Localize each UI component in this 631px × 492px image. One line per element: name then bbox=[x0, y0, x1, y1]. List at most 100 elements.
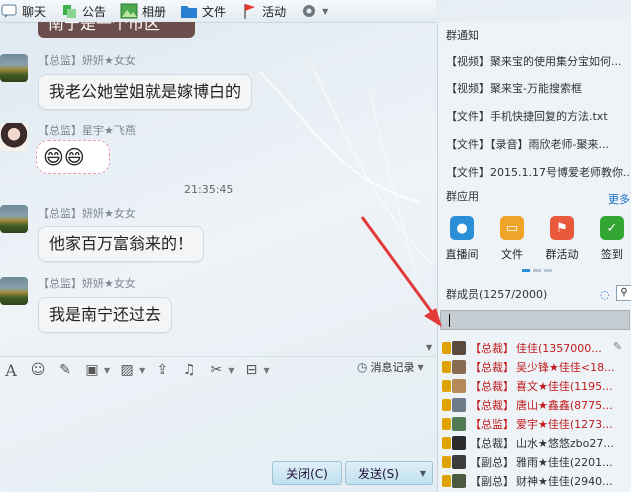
tab-activity-label: 活动 bbox=[262, 4, 287, 19]
avatar[interactable] bbox=[0, 54, 28, 82]
member-item[interactable]: 【副总】 雅雨★佳佳(2201... bbox=[442, 453, 631, 471]
emoji-message: 😄😄 bbox=[36, 140, 110, 174]
background-decoration bbox=[259, 62, 430, 293]
avatar bbox=[452, 436, 466, 450]
page-indicator bbox=[522, 269, 552, 272]
admin-icon bbox=[442, 380, 451, 392]
search-icon[interactable]: ⚲ bbox=[616, 285, 631, 301]
member-title: 【总裁】 bbox=[470, 380, 514, 393]
member-name: 佳佳(1357000... bbox=[516, 342, 602, 355]
magic-icon[interactable]: ✎ bbox=[54, 359, 76, 381]
scroll-down-arrow[interactable]: ▼ bbox=[426, 343, 432, 352]
member-title: 【总裁】 bbox=[470, 342, 514, 355]
member-name: 爱宇★佳佳(1273... bbox=[516, 418, 613, 431]
tab-announcement-label: 公告 bbox=[82, 4, 107, 19]
avatar[interactable] bbox=[0, 277, 28, 305]
member-item[interactable]: 【副总】 财神★佳佳(2940... bbox=[442, 472, 631, 490]
app-live[interactable]: ● 直播间 bbox=[442, 216, 482, 262]
emoji-icon: 😄😄 bbox=[43, 145, 85, 169]
member-item[interactable]: 【总裁】 吴少锋★佳佳<18... bbox=[442, 358, 631, 376]
message-bubble: 我老公她堂姐就是嫁博白的 bbox=[38, 74, 253, 110]
message-sender: 【总监】妍妍★女女 bbox=[38, 207, 136, 220]
message-history-label: 消息记录 bbox=[370, 361, 415, 374]
avatar[interactable] bbox=[0, 205, 28, 233]
member-item[interactable]: 【总裁】 山水★悠悠zbo27... bbox=[442, 434, 631, 452]
close-button[interactable]: 关闭(C) bbox=[272, 461, 342, 485]
member-item[interactable]: 【总裁】 佳佳(1357000... bbox=[442, 339, 631, 357]
avatar bbox=[452, 341, 466, 355]
scissors-icon[interactable]: ✂ bbox=[205, 359, 227, 381]
member-item[interactable]: 【总裁】 唐山★鑫鑫(8775... bbox=[442, 396, 631, 414]
member-name: 山水★悠悠zbo27... bbox=[516, 437, 614, 450]
notice-item[interactable]: 【文件】手机快捷回复的方法.txt bbox=[446, 108, 631, 124]
image-icon[interactable]: ▨ bbox=[116, 359, 138, 381]
admin-icon bbox=[442, 361, 451, 373]
flag-icon: ⚑ bbox=[550, 216, 574, 240]
send-button[interactable]: 发送(S) ▼ bbox=[345, 461, 433, 485]
album-icon bbox=[120, 2, 138, 20]
chevron-down-icon[interactable]: ▼ bbox=[139, 366, 145, 375]
member-title: 【总裁】 bbox=[470, 399, 514, 412]
tab-chat[interactable]: 聊天 bbox=[0, 2, 46, 20]
avatar[interactable] bbox=[0, 123, 28, 151]
chat-bubble-icon[interactable]: ◌ bbox=[600, 288, 610, 301]
more-apps-link[interactable]: 更多 bbox=[608, 191, 630, 207]
member-item[interactable]: 【总裁】 喜文★佳佳(1195... bbox=[442, 377, 631, 395]
message-bubble: 南宁是一个市区 bbox=[38, 22, 195, 38]
member-title: 【总监】 bbox=[470, 418, 514, 431]
member-search-input[interactable] bbox=[440, 310, 630, 330]
member-name: 喜文★佳佳(1195... bbox=[516, 380, 613, 393]
message-history-button[interactable]: ◷ 消息记录 ▼ bbox=[357, 359, 424, 375]
shake-icon[interactable]: ▣ bbox=[81, 359, 103, 381]
right-panel: 群通知 【视频】聚来宝的使用集分宝如何... 【视频】聚来宝-万能搜索框 【文件… bbox=[437, 22, 631, 492]
upload-icon[interactable]: ⇪ bbox=[151, 359, 173, 381]
smiley-icon[interactable]: ☺ bbox=[27, 359, 49, 381]
member-title: 【副总】 bbox=[470, 456, 514, 469]
admin-icon bbox=[442, 475, 451, 487]
avatar bbox=[452, 379, 466, 393]
group-notice-title: 群通知 bbox=[446, 29, 479, 42]
chat-history: 南宁是一个市区 【总监】妍妍★女女 我老公她堂姐就是嫁博白的 【总监】星宇★飞燕… bbox=[0, 22, 430, 352]
notice-item[interactable]: 【视频】聚来宝-万能搜索框 bbox=[446, 80, 631, 96]
announcement-icon bbox=[60, 2, 78, 20]
message-bubble: 我是南宁还过去 bbox=[38, 297, 173, 333]
gear-icon bbox=[300, 2, 318, 20]
group-apps-title: 群应用 bbox=[446, 190, 479, 203]
notice-item[interactable]: 【文件】【录音】雨欣老师-聚来... bbox=[446, 136, 631, 152]
member-name: 财神★佳佳(2940... bbox=[516, 475, 613, 488]
chevron-down-icon[interactable]: ▼ bbox=[104, 366, 110, 375]
message-bubble: 他家百万富翁来的！ bbox=[38, 226, 205, 262]
settings-menu[interactable]: ▼ bbox=[300, 2, 328, 20]
chevron-down-icon[interactable]: ▼ bbox=[228, 366, 234, 375]
app-checkin-label: 签到 bbox=[601, 248, 623, 261]
app-checkin[interactable]: ✓ 签到 bbox=[592, 216, 631, 262]
app-activity-label: 群活动 bbox=[545, 248, 579, 261]
group-toolbar: 聊天 公告 相册 文件 活动 ▼ bbox=[0, 0, 436, 23]
tab-album[interactable]: 相册 bbox=[120, 2, 166, 20]
member-item[interactable]: 【总监】 爱宇★佳佳(1273... bbox=[442, 415, 631, 433]
app-live-label: 直播间 bbox=[445, 248, 479, 261]
notice-item[interactable]: 【文件】2015.1.17号博爱老师教你... bbox=[446, 164, 631, 180]
member-name: 吴少锋★佳佳<18... bbox=[516, 361, 615, 374]
app-file[interactable]: ▭ 文件 bbox=[492, 216, 532, 262]
chevron-down-icon[interactable]: ▼ bbox=[420, 469, 426, 478]
text-cursor bbox=[449, 314, 450, 327]
font-icon[interactable]: A bbox=[0, 359, 22, 381]
tab-activity[interactable]: 活动 bbox=[240, 2, 286, 20]
tab-file[interactable]: 文件 bbox=[180, 2, 226, 20]
screen-share-icon[interactable]: ⊟ bbox=[240, 359, 262, 381]
tab-announcement[interactable]: 公告 bbox=[60, 2, 106, 20]
live-room-icon: ● bbox=[450, 216, 474, 240]
tab-file-label: 文件 bbox=[202, 4, 227, 19]
app-activity[interactable]: ⚑ 群活动 bbox=[542, 216, 582, 262]
avatar bbox=[452, 474, 466, 488]
notice-item[interactable]: 【视频】聚来宝的使用集分宝如何... bbox=[446, 53, 631, 69]
chevron-down-icon[interactable]: ▼ bbox=[263, 366, 269, 375]
member-title: 【总裁】 bbox=[470, 361, 514, 374]
checkmark-icon: ✓ bbox=[600, 216, 624, 240]
chevron-down-icon: ▼ bbox=[417, 362, 424, 372]
message-input[interactable] bbox=[0, 383, 436, 458]
folder-icon bbox=[180, 2, 198, 20]
member-title: 【副总】 bbox=[470, 475, 514, 488]
music-icon[interactable]: ♫ bbox=[178, 359, 200, 381]
